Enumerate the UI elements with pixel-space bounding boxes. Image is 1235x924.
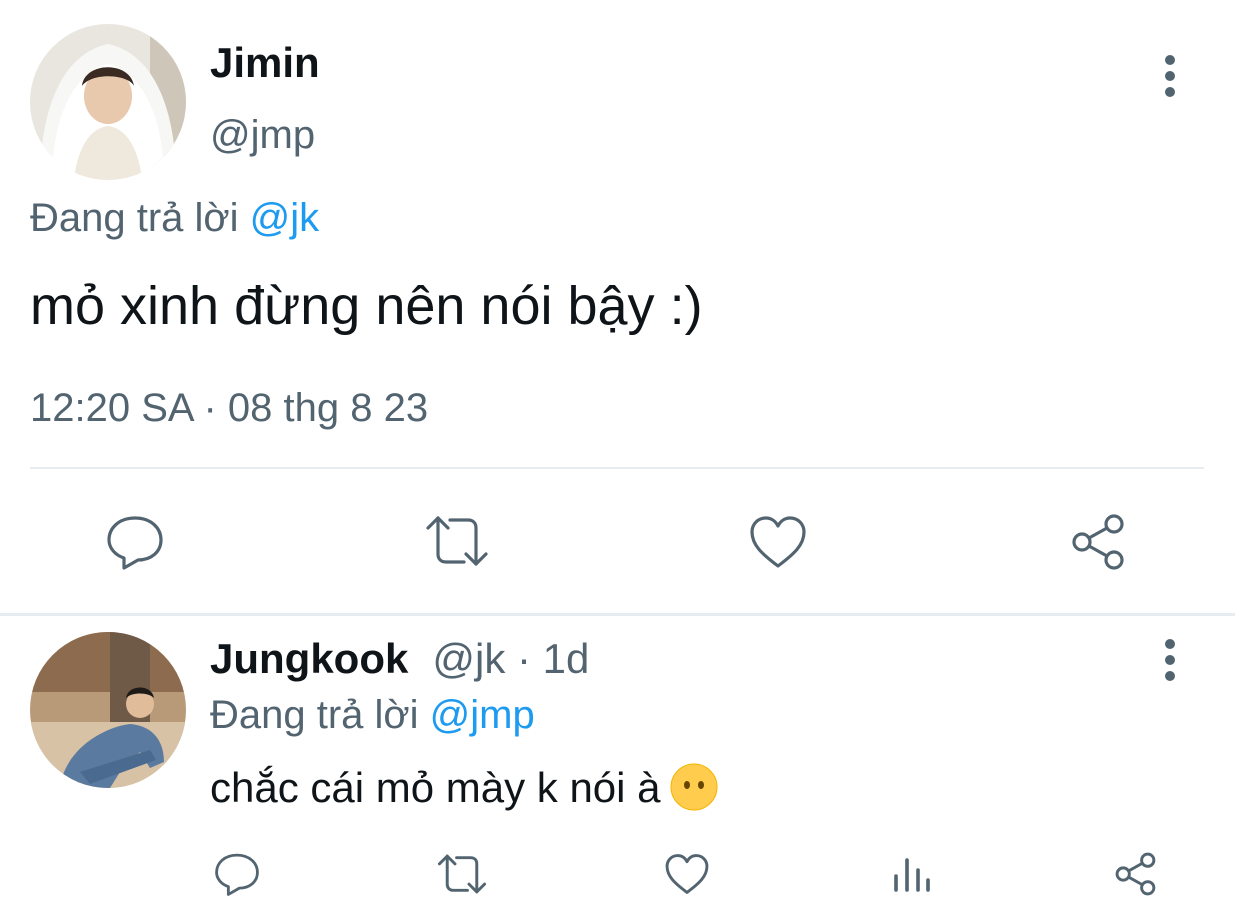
replying-prefix: Đang trả lời: [30, 196, 239, 240]
retweet-icon[interactable]: [424, 514, 490, 573]
analytics-icon[interactable]: [892, 854, 932, 899]
share-icon[interactable]: [1070, 512, 1130, 577]
replying-prefix: Đang trả lời: [210, 693, 419, 737]
replying-to: Đang trả lời @jk: [30, 192, 319, 244]
face-without-mouth-emoji: [669, 762, 719, 812]
author-name[interactable]: Jimin: [210, 38, 320, 88]
reply-icon[interactable]: [214, 852, 260, 901]
author-name[interactable]: Jungkook: [210, 635, 408, 682]
avatar-jungkook[interactable]: [30, 632, 186, 788]
reply-icon[interactable]: [106, 514, 164, 575]
author-handle-time[interactable]: @jk · 1d: [432, 635, 589, 682]
avatar-jimin[interactable]: [30, 24, 186, 180]
replying-to: Đang trả lời @jmp: [210, 690, 535, 740]
section-divider: [0, 613, 1235, 616]
like-icon[interactable]: [748, 514, 808, 575]
more-options-icon[interactable]: [1150, 636, 1190, 686]
more-options-icon[interactable]: [1150, 52, 1190, 102]
tweet-timestamp[interactable]: 12:20 SA · 08 thg 8 23: [30, 382, 428, 434]
replying-to-handle[interactable]: @jk: [250, 196, 320, 240]
divider: [30, 467, 1204, 469]
share-icon[interactable]: [1114, 851, 1160, 902]
reply-header: Jungkook @jk · 1d: [210, 634, 589, 684]
like-icon[interactable]: [664, 852, 710, 901]
author-handle[interactable]: @jmp: [210, 110, 315, 160]
tweet-text-content: chắc cái mỏ mày k nói à: [210, 764, 661, 811]
tweet-text: chắc cái mỏ mày k nói à: [210, 760, 719, 816]
tweet-text: mỏ xinh đừng nên nói bậy :): [30, 276, 703, 336]
replying-to-handle[interactable]: @jmp: [430, 693, 535, 737]
retweet-icon[interactable]: [436, 853, 488, 900]
